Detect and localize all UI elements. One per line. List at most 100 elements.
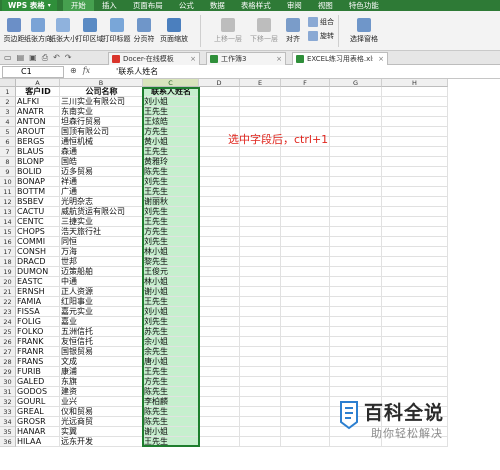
table-cell[interactable]: BOLID <box>16 167 60 177</box>
table-cell[interactable] <box>382 267 448 277</box>
table-cell[interactable] <box>382 197 448 207</box>
row-header[interactable]: 26 <box>0 337 16 347</box>
document-tab-1[interactable]: 工作簿3 × <box>206 52 286 65</box>
table-cell[interactable] <box>382 317 448 327</box>
table-cell[interactable] <box>281 147 330 157</box>
table-cell[interactable] <box>240 277 281 287</box>
table-cell[interactable]: 三川实业有限公司 <box>60 97 143 107</box>
table-cell[interactable]: DUMON <box>16 267 60 277</box>
table-cell[interactable] <box>199 277 240 287</box>
table-cell[interactable] <box>330 297 382 307</box>
table-cell[interactable] <box>240 247 281 257</box>
table-cell[interactable] <box>330 377 382 387</box>
row-header[interactable]: 17 <box>0 247 16 257</box>
table-cell[interactable] <box>199 337 240 347</box>
table-cell[interactable] <box>382 337 448 347</box>
row-header[interactable]: 6 <box>0 137 16 147</box>
table-cell[interactable] <box>330 157 382 167</box>
table-cell[interactable] <box>199 327 240 337</box>
wps-app-menu-button[interactable]: WPS 表格 ▾ <box>2 0 57 11</box>
table-cell[interactable]: 谢丽秋 <box>143 197 199 207</box>
row-header[interactable]: 12 <box>0 197 16 207</box>
table-cell[interactable] <box>240 297 281 307</box>
table-cell[interactable] <box>382 117 448 127</box>
print-icon[interactable]: ⎙ <box>42 53 48 63</box>
menu-item-3[interactable]: 公式 <box>171 0 202 11</box>
table-cell[interactable] <box>382 247 448 257</box>
ribbon-button-7[interactable]: 上移一层 <box>210 15 246 45</box>
table-cell[interactable] <box>330 207 382 217</box>
table-cell[interactable] <box>199 227 240 237</box>
row-header[interactable]: 7 <box>0 147 16 157</box>
column-header-D[interactable]: D <box>199 79 240 87</box>
table-cell[interactable] <box>199 257 240 267</box>
table-cell[interactable]: 刘先生 <box>143 317 199 327</box>
header-cell[interactable]: 客户ID <box>16 87 60 97</box>
table-cell[interactable] <box>240 427 281 437</box>
table-cell[interactable] <box>199 107 240 117</box>
row-header[interactable]: 35 <box>0 427 16 437</box>
ribbon-small-button-0[interactable]: 组合 <box>308 17 334 27</box>
table-cell[interactable] <box>199 117 240 127</box>
undo-icon[interactable]: ↶ <box>53 53 60 63</box>
row-header[interactable]: 15 <box>0 227 16 237</box>
table-cell[interactable] <box>330 197 382 207</box>
row-header[interactable]: 27 <box>0 347 16 357</box>
table-cell[interactable] <box>382 357 448 367</box>
table-cell[interactable] <box>281 377 330 387</box>
table-cell[interactable]: 实翼 <box>60 427 143 437</box>
table-cell[interactable] <box>330 137 382 147</box>
table-cell[interactable]: 五洲信托 <box>60 327 143 337</box>
table-cell[interactable]: BSBEV <box>16 197 60 207</box>
table-cell[interactable] <box>240 347 281 357</box>
table-cell[interactable] <box>199 97 240 107</box>
table-cell[interactable] <box>199 357 240 367</box>
table-cell[interactable] <box>240 197 281 207</box>
table-cell[interactable] <box>382 287 448 297</box>
table-cell[interactable]: FOLKO <box>16 327 60 337</box>
table-cell[interactable] <box>240 97 281 107</box>
table-cell[interactable] <box>199 367 240 377</box>
row-header[interactable]: 25 <box>0 327 16 337</box>
table-cell[interactable] <box>199 247 240 257</box>
table-cell[interactable]: 余先生 <box>143 347 199 357</box>
table-cell[interactable] <box>240 237 281 247</box>
table-cell[interactable]: COMMI <box>16 237 60 247</box>
table-cell[interactable]: AROUT <box>16 127 60 137</box>
row-header[interactable]: 4 <box>0 117 16 127</box>
table-cell[interactable] <box>330 307 382 317</box>
row-header[interactable]: 33 <box>0 407 16 417</box>
table-cell[interactable] <box>281 97 330 107</box>
header-cell[interactable] <box>382 87 448 97</box>
table-cell[interactable] <box>382 127 448 137</box>
zoom-magnifier-icon[interactable]: ⊕ <box>70 66 77 75</box>
table-cell[interactable]: 世邦 <box>60 257 143 267</box>
table-cell[interactable]: FRANR <box>16 347 60 357</box>
table-cell[interactable]: 康浦 <box>60 367 143 377</box>
table-cell[interactable] <box>240 167 281 177</box>
open-folder-icon[interactable]: ▤ <box>17 53 25 63</box>
table-cell[interactable]: 森通 <box>60 147 143 157</box>
table-cell[interactable] <box>330 257 382 267</box>
table-cell[interactable]: 刘先生 <box>143 237 199 247</box>
table-cell[interactable] <box>382 137 448 147</box>
menu-item-1[interactable]: 插入 <box>94 0 125 11</box>
table-cell[interactable] <box>330 237 382 247</box>
table-cell[interactable] <box>382 217 448 227</box>
close-tab-icon[interactable]: × <box>276 55 282 63</box>
ribbon-button-8[interactable]: 下移一层 <box>246 15 282 45</box>
table-cell[interactable]: 文成 <box>60 357 143 367</box>
table-cell[interactable]: 万海 <box>60 247 143 257</box>
table-cell[interactable]: HILAA <box>16 437 60 447</box>
row-header[interactable]: 32 <box>0 397 16 407</box>
table-cell[interactable]: 国顶有限公司 <box>60 127 143 137</box>
table-cell[interactable] <box>330 127 382 137</box>
table-cell[interactable] <box>281 397 330 407</box>
table-cell[interactable] <box>382 147 448 157</box>
document-tab-2[interactable]: EXCEL练习用表格.xls × <box>292 52 388 65</box>
row-header[interactable]: 8 <box>0 157 16 167</box>
table-cell[interactable] <box>330 317 382 327</box>
table-cell[interactable]: 浩天旅行社 <box>60 227 143 237</box>
table-cell[interactable]: 方先生 <box>143 127 199 137</box>
table-cell[interactable] <box>382 157 448 167</box>
